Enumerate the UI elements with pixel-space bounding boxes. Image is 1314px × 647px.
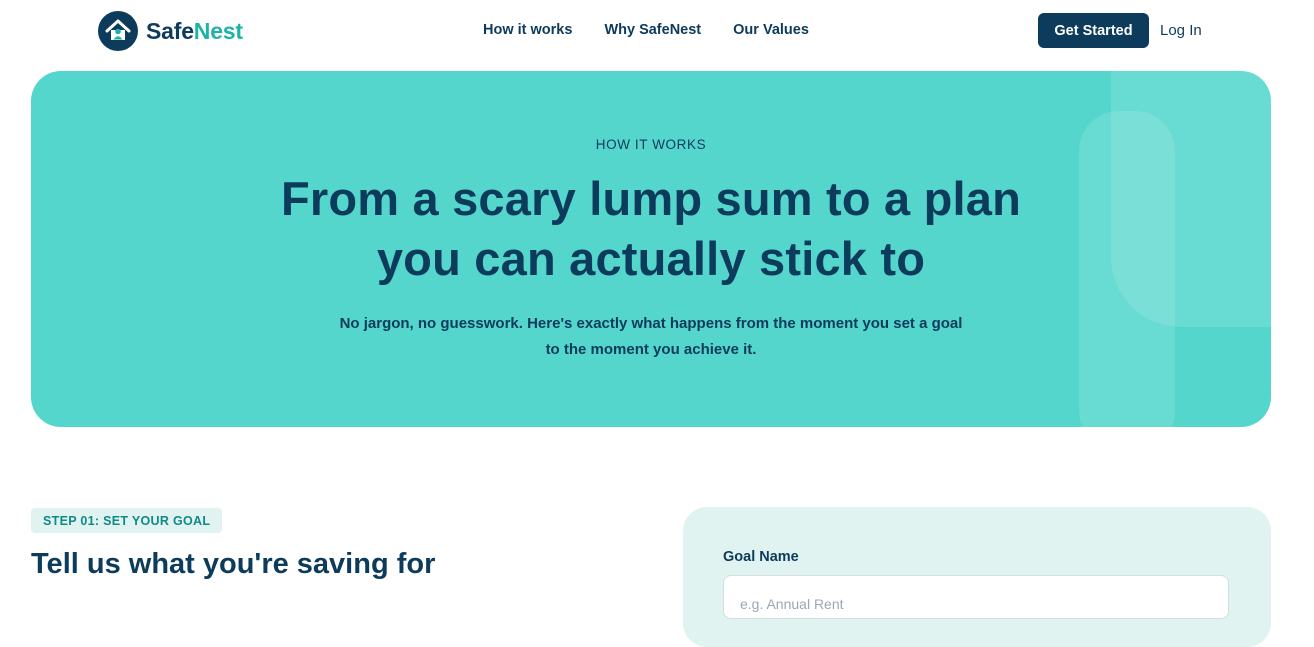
house-logo-icon	[98, 11, 138, 51]
hero-section: HOW IT WORKS From a scary lump sum to a …	[31, 71, 1271, 427]
hero-title-line-1: From a scary lump sum to a plan	[280, 172, 1022, 225]
hero-subtitle-line-1: No jargon, no guesswork. Here's exactly …	[339, 315, 963, 332]
main-nav: How it works Why SafeNest Our Values	[483, 22, 809, 38]
brand-name: SafeNest	[146, 18, 243, 45]
hero-title-line-2: you can actually stick to	[376, 232, 926, 285]
brand-name-safe: Safe	[146, 17, 194, 44]
hero-subtitle: No jargon, no guesswork. Here's exactly …	[301, 311, 1001, 363]
nav-link-our-values[interactable]: Our Values	[733, 22, 809, 38]
nav-link-why-safenest[interactable]: Why SafeNest	[604, 22, 701, 38]
hero-title: From a scary lump sum to a plan you can …	[31, 169, 1271, 289]
hero-eyebrow: HOW IT WORKS	[595, 137, 707, 152]
hero-subtitle-line-2: to the moment you achieve it.	[545, 341, 757, 358]
login-link[interactable]: Log In	[1160, 22, 1202, 39]
goal-name-label: Goal Name	[723, 549, 799, 565]
nav-link-how-it-works[interactable]: How it works	[483, 22, 572, 38]
step-title: Tell us what you're saving for	[31, 548, 436, 580]
goal-form-card: Goal Name	[683, 507, 1271, 647]
goal-name-input[interactable]	[723, 575, 1229, 619]
site-header: SafeNest How it works Why SafeNest Our V…	[0, 0, 1314, 62]
brand-name-nest: Nest	[193, 17, 243, 44]
step-badge: STEP 01: SET YOUR GOAL	[31, 508, 223, 533]
logo[interactable]: SafeNest	[98, 11, 243, 51]
get-started-button[interactable]: Get Started	[1038, 13, 1149, 48]
